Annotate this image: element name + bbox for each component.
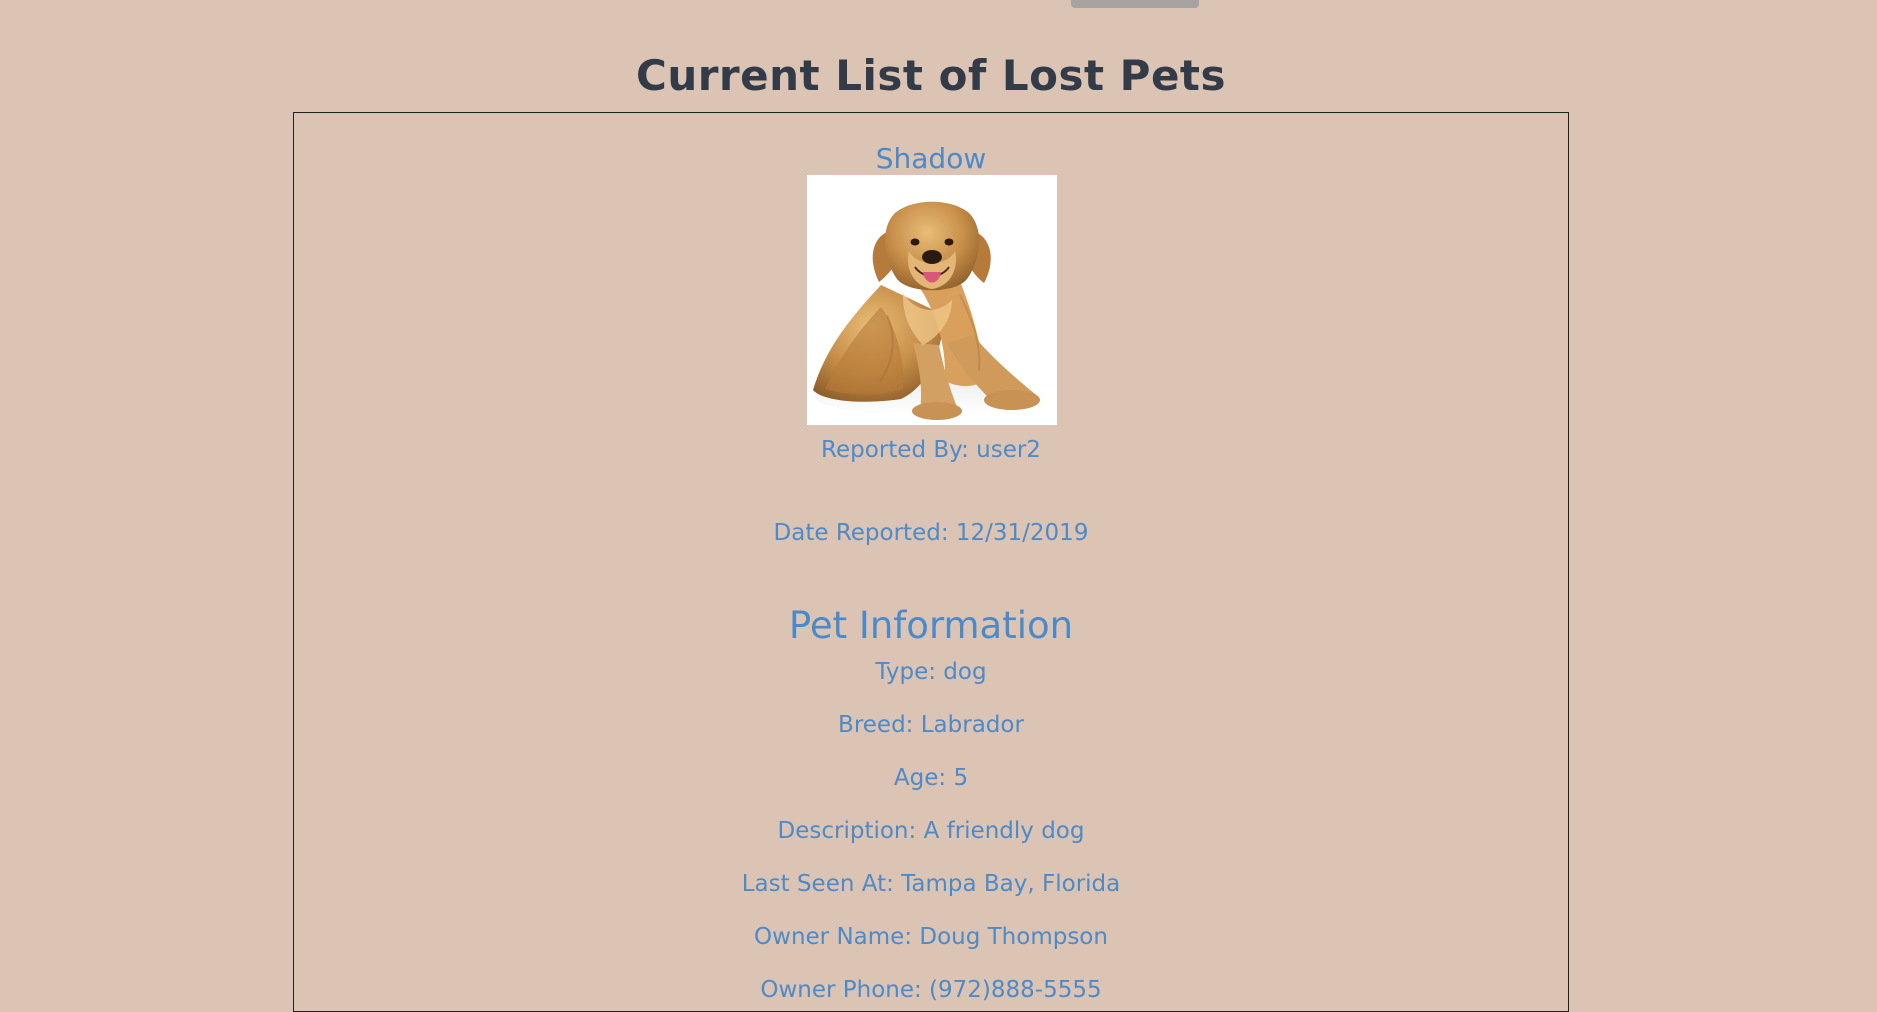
owner-name: Owner Name: Doug Thompson — [754, 924, 1108, 950]
pet-information-heading: Pet Information — [788, 604, 1074, 647]
search-bar — [0, 0, 1877, 10]
dog-illustration — [807, 175, 1057, 425]
date-reported: Date Reported: 12/31/2019 — [773, 520, 1089, 546]
pet-type: Type: dog — [875, 659, 987, 685]
last-seen-location: Last Seen At: Tampa Bay, Florida — [741, 871, 1121, 897]
pet-age: Age: 5 — [893, 765, 969, 791]
search-button[interactable] — [1071, 0, 1199, 8]
page-title: Current List of Lost Pets — [636, 51, 1226, 100]
pet-name: Shadow — [875, 142, 987, 175]
pet-breed: Breed: Labrador — [838, 712, 1024, 738]
pet-description: Description: A friendly dog — [777, 818, 1085, 844]
pet-photo — [807, 175, 1057, 425]
reported-by: Reported By: user2 — [821, 437, 1041, 463]
lost-pets-panel: Shadow Reported By: user2 Date Reported:… — [293, 112, 1569, 1012]
owner-phone: Owner Phone: (972)888-5555 — [760, 977, 1102, 1003]
